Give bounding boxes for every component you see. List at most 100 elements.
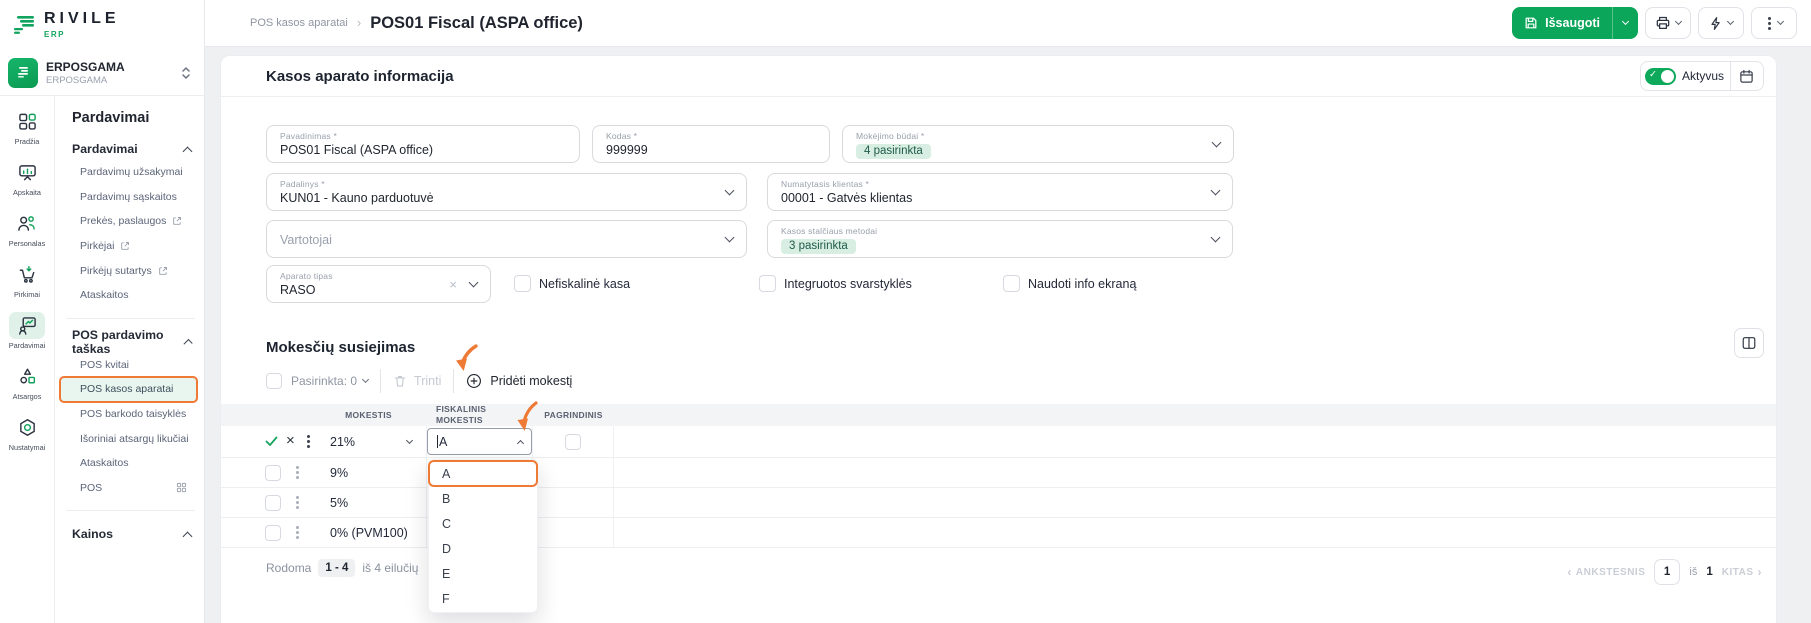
active-toggle[interactable]: ✓ [1644, 67, 1676, 85]
sidebar-item-pos-barkodo-taisykles[interactable]: POS barkodo taisyklės [72, 402, 197, 427]
column-header-fiskalinis[interactable]: FISKALINIS MOKESTIS [426, 404, 498, 425]
sidebar-item-pirkejai[interactable]: Pirkėjai [72, 234, 197, 259]
more-options-button[interactable] [1751, 7, 1797, 39]
sidebar-item-pos-kvitai[interactable]: POS kvitai [72, 353, 197, 378]
row-checkbox[interactable] [265, 464, 281, 481]
chevron-down-icon [1726, 17, 1735, 26]
active-toggle-group: ✓ Aktyvus [1639, 61, 1764, 91]
column-settings-button[interactable] [1734, 328, 1764, 358]
confirm-icon[interactable] [265, 436, 278, 447]
rail-item-apskaita[interactable]: Apskaita [9, 159, 45, 197]
rail-item-personalas[interactable]: Personalas [9, 210, 45, 248]
pavadinimas-field[interactable]: Pavadinimas * POS01 Fiscal (ASPA office) [266, 125, 580, 163]
menu-divider [66, 317, 195, 319]
rail-item-pradzia[interactable]: Pradžia [9, 108, 45, 146]
showing-label: Rodoma [266, 561, 312, 575]
selected-count-label: Pasirinkta: 0 [291, 374, 358, 388]
prev-page-button[interactable]: ‹ ANKSTESNIS [1567, 565, 1645, 579]
row-kebab-icon[interactable] [296, 531, 299, 534]
naudoti-info-ekrana-checkbox[interactable]: Naudoti info ekraną [1003, 275, 1136, 292]
mokejimo-budai-select[interactable]: Mokėjimo būdai * 4 pasirinkta [842, 125, 1234, 163]
board-chart-icon [9, 159, 45, 186]
dropdown-option-a[interactable]: A [428, 460, 538, 487]
sidebar-item-pos[interactable]: POS [72, 476, 197, 501]
workspace-name: ERPOSGAMA [46, 60, 125, 75]
nefiskaline-kasa-checkbox[interactable]: Nefiskalinė kasa [514, 275, 630, 292]
app-logo[interactable]: RIVILE ERP [0, 0, 205, 50]
sidebar-item-ataskaitos-1[interactable]: Ataskaitos [72, 283, 197, 308]
top-bar: POS kasos aparatai › POS01 Fiscal (ASPA … [205, 0, 1811, 47]
add-tax-button[interactable]: Pridėti mokestį [466, 373, 572, 389]
group-pos-pardavimo-taskas[interactable]: POS pardavimo taškas [72, 328, 197, 356]
sidebar-item-pos-kasos-aparatai[interactable]: POS kasos aparatai [59, 376, 198, 403]
pagrindinis-checkbox[interactable] [565, 433, 581, 450]
chevron-up-icon [516, 439, 525, 448]
chevron-down-icon[interactable] [361, 375, 370, 384]
workspace-switch-icon[interactable] [181, 66, 191, 80]
nav-rail: Pradžia Apskaita Personalas Pirkimai Par… [0, 96, 55, 623]
chevron-down-icon [1674, 17, 1683, 26]
sidebar-item-prekes-paslaugos[interactable]: Prekės, paslaugos [72, 209, 197, 234]
save-button[interactable]: Išsaugoti [1512, 16, 1612, 30]
print-button[interactable] [1645, 7, 1691, 39]
field-label: Kasos stalčiaus metodai [781, 226, 878, 236]
kasos-stalciaus-select[interactable]: Kasos stalčiaus metodai 3 pasirinkta [767, 220, 1233, 258]
sidebar-item-isoriniai-atsargu-likuciai[interactable]: Išoriniai atsargų likučiai [72, 426, 197, 451]
quick-actions-button[interactable] [1698, 7, 1744, 39]
page-title: POS01 Fiscal (ASPA office) [370, 13, 583, 32]
row-kebab-icon[interactable] [296, 471, 299, 474]
group-pardavimai[interactable]: Pardavimai [72, 140, 197, 158]
breadcrumb: POS kasos aparatai › POS01 Fiscal (ASPA … [250, 14, 583, 33]
column-header-pagrindinis[interactable]: PAGRINDINIS [533, 410, 614, 420]
vartotojai-select[interactable]: Vartotojai [266, 220, 747, 258]
sidebar-item-pardavimu-saskaitos[interactable]: Pardavimų sąskaitos [72, 185, 197, 210]
fiskalinis-mokestis-input[interactable]: A [427, 428, 532, 455]
row-checkbox[interactable] [265, 494, 281, 511]
sidebar-title: Pardavimai [72, 110, 150, 126]
gear-icon [9, 414, 45, 441]
sidebar-item-pirkeju-sutartys[interactable]: Pirkėjų sutartys [72, 258, 197, 283]
dropdown-option-f[interactable]: F [429, 586, 537, 611]
integruotos-svarstykles-checkbox[interactable]: Integruotos svarstyklės [759, 275, 912, 292]
rail-item-nustatymai[interactable]: Nustatymai [9, 414, 45, 452]
selection-chip: 4 pasirinkta [856, 143, 931, 159]
numatytasis-klientas-select[interactable]: Numatytasis klientas * 00001 - Gatvės kl… [767, 173, 1233, 211]
current-page-box[interactable]: 1 [1654, 559, 1681, 585]
row-checkbox[interactable] [265, 524, 281, 541]
clear-icon[interactable]: × [449, 277, 457, 292]
dropdown-option-c[interactable]: C [429, 511, 537, 536]
calendar-icon[interactable] [1737, 69, 1756, 84]
dropdown-option-e[interactable]: E [429, 561, 537, 586]
kodas-field[interactable]: Kodas * 999999 [592, 125, 830, 163]
row-kebab-icon[interactable] [306, 440, 310, 443]
aparato-tipas-select[interactable]: Aparato tipas RASO × [266, 265, 491, 303]
group-kainos[interactable]: Kainos [72, 525, 197, 543]
select-all-checkbox[interactable] [266, 373, 282, 389]
checkbox [759, 275, 776, 292]
pagination: ‹ ANKSTESNIS 1 iš 1 KITAS › [1567, 559, 1762, 585]
table-toolbar: Pasirinkta: 0 Trinti Pridėti mokestį [266, 368, 572, 394]
dropdown-option-d[interactable]: D [429, 536, 537, 561]
sidebar-item-pardavimu-uzsakymai[interactable]: Pardavimų užsakymai [72, 160, 197, 185]
cancel-icon[interactable]: × [286, 433, 295, 448]
section-title-taxes: Mokesčių susiejimas [266, 339, 416, 356]
rail-item-atsargos[interactable]: Atsargos [9, 363, 45, 401]
workspace-selector[interactable]: ERPOSGAMA ERPOSGAMA [8, 54, 197, 92]
required-asterisk: * [865, 179, 870, 189]
breadcrumb-parent[interactable]: POS kasos aparatai [250, 17, 348, 29]
dropdown-option-b[interactable]: B [429, 486, 537, 511]
save-icon [1524, 16, 1538, 30]
column-header-mokestis[interactable]: MOKESTIS [311, 410, 426, 420]
field-label: Padalinys * [280, 179, 325, 189]
required-asterisk: * [333, 131, 337, 141]
delete-button[interactable]: Trinti [393, 374, 441, 388]
next-page-button[interactable]: KITAS › [1722, 565, 1762, 579]
mokestis-select[interactable]: 21% [311, 435, 426, 449]
sidebar-item-ataskaitos-2[interactable]: Ataskaitos [72, 451, 197, 476]
padalinys-select[interactable]: Padalinys * KUN01 - Kauno parduotuvė [266, 173, 747, 211]
rail-item-pardavimai[interactable]: Pardavimai [9, 312, 45, 350]
rail-item-pirkimai[interactable]: Pirkimai [9, 261, 45, 299]
row-kebab-icon[interactable] [296, 501, 299, 504]
shapes-icon [9, 363, 45, 390]
save-dropdown-button[interactable] [1613, 17, 1638, 26]
